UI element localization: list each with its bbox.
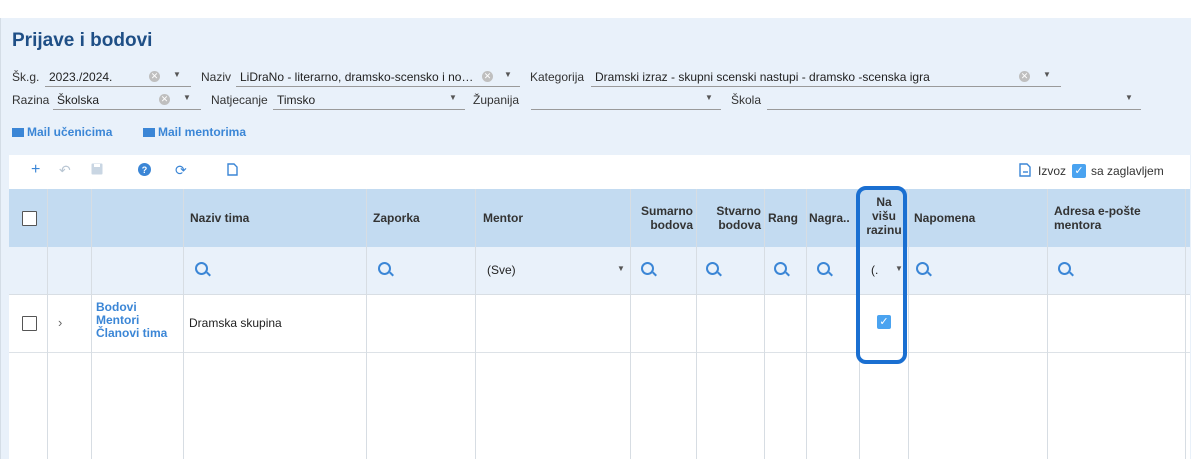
mail-ucenicima-link[interactable]: Mail učenicima: [12, 125, 112, 139]
row-select-checkbox[interactable]: [22, 316, 37, 331]
refresh-icon[interactable]: ⟳: [175, 163, 187, 177]
column-header-stvarno-line2: bodova: [718, 218, 761, 232]
mail-mentorima-link[interactable]: Mail mentorima: [143, 125, 246, 139]
chevron-down-icon[interactable]: ▼: [617, 264, 625, 273]
razina-label: Razina: [12, 93, 50, 107]
column-header-sumarno-line1: Sumarno: [640, 204, 693, 218]
mail-mentorima-label: Mail mentorima: [158, 125, 247, 139]
column-header-stvarno-bodova[interactable]: Stvarno bodova: [697, 204, 761, 232]
column-divider: [1047, 189, 1048, 459]
clear-icon[interactable]: ✕: [482, 71, 493, 82]
zupanija-field[interactable]: ▼: [531, 91, 721, 110]
chevron-down-icon[interactable]: ▼: [183, 93, 191, 102]
naziv-tima-cell: Dramska skupina: [189, 316, 282, 330]
razina-value: Školska: [57, 93, 100, 107]
export-icon[interactable]: [1019, 163, 1032, 179]
naziv-label: Naziv: [201, 70, 232, 84]
natjecanje-label: Natjecanje: [211, 93, 268, 107]
search-icon[interactable]: [378, 262, 391, 275]
search-icon[interactable]: [774, 262, 787, 275]
data-grid: Naziv tima Zaporka Mentor Sumarno bodova…: [9, 189, 1190, 459]
with-header-label: sa zaglavljem: [1091, 164, 1164, 178]
mentor-filter-value[interactable]: (Sve): [487, 263, 516, 277]
column-header-napomena[interactable]: Napomena: [914, 211, 975, 225]
column-header-zaporka[interactable]: Zaporka: [373, 211, 420, 225]
column-divider: [764, 189, 765, 459]
column-header-rang[interactable]: Rang: [768, 211, 798, 225]
search-icon[interactable]: [641, 262, 654, 275]
column-divider: [908, 189, 909, 459]
skg-field[interactable]: 2023./2024. ✕ ▼: [45, 68, 191, 87]
chevron-down-icon[interactable]: ▼: [1043, 70, 1051, 79]
save-icon[interactable]: [91, 163, 103, 177]
column-divider: [806, 189, 807, 459]
column-divider: [475, 189, 476, 459]
natjecanje-value: Timsko: [277, 93, 316, 107]
search-icon[interactable]: [916, 262, 929, 275]
with-header-checkbox[interactable]: ✓: [1072, 164, 1086, 178]
column-header-sumarno-bodova[interactable]: Sumarno bodova: [631, 204, 693, 232]
mail-ucenicima-label: Mail učenicima: [27, 125, 113, 139]
help-icon[interactable]: ?: [138, 163, 151, 178]
clear-icon[interactable]: ✕: [159, 94, 170, 105]
search-icon[interactable]: [706, 262, 719, 275]
column-divider: [183, 189, 184, 459]
column-header-naziv-tima[interactable]: Naziv tima: [190, 211, 249, 225]
select-all-checkbox[interactable]: [22, 211, 37, 226]
zupanija-label: Županija: [473, 93, 520, 107]
search-icon[interactable]: [195, 262, 208, 275]
kategorija-field[interactable]: Dramski izraz - skupni scenski nastupi -…: [591, 68, 1061, 87]
undo-icon[interactable]: ↶: [59, 163, 71, 177]
column-header-stvarno-line1: Stvarno: [716, 204, 761, 218]
page-title: Prijave i bodovi: [12, 30, 153, 51]
search-icon[interactable]: [1058, 262, 1071, 275]
skg-label: Šk.g.: [12, 70, 40, 84]
new-document-icon[interactable]: [227, 163, 238, 178]
column-header-adresa-e-poste-mentora[interactable]: Adresa e-pošte mentora: [1054, 204, 1141, 232]
column-header-mentor[interactable]: Mentor: [483, 211, 523, 225]
skola-label: Škola: [731, 93, 762, 107]
chevron-down-icon[interactable]: ▼: [1125, 93, 1133, 102]
natjecanje-field[interactable]: Timsko ▼: [273, 91, 465, 110]
skola-field[interactable]: ▼: [767, 91, 1141, 110]
grid-toolbar: + ↶ ? ⟳ Izvoz ✓ sa zaglavljem: [9, 155, 1190, 189]
clear-icon[interactable]: ✕: [1019, 71, 1030, 82]
clear-icon[interactable]: ✕: [149, 71, 160, 82]
envelope-icon: [143, 128, 155, 137]
expand-row-icon[interactable]: ›: [58, 315, 62, 330]
naziv-field[interactable]: LiDraNo - literarno, dramsko-scensko i n…: [236, 68, 520, 87]
column-header-nagrada[interactable]: Nagra..: [809, 211, 850, 225]
grid-filter-row: [9, 247, 1190, 295]
column-divider: [47, 189, 48, 459]
column-divider: [91, 189, 92, 459]
column-divider: [366, 189, 367, 459]
column-header-sumarno-line2: bodova: [650, 218, 693, 232]
export-label[interactable]: Izvoz: [1038, 164, 1066, 178]
column-header-adresa-line1: Adresa e-pošte: [1054, 204, 1141, 218]
kategorija-label: Kategorija: [530, 70, 585, 84]
skg-value: 2023./2024.: [49, 70, 113, 84]
chevron-down-icon[interactable]: ▼: [449, 93, 457, 102]
chevron-down-icon[interactable]: ▼: [173, 70, 181, 79]
naziv-value: LiDraNo - literarno, dramsko-scensko i n…: [240, 70, 476, 84]
grid-header: [9, 189, 1190, 247]
column-header-adresa-line2: mentora: [1054, 218, 1102, 232]
kategorija-value: Dramski izraz - skupni scenski nastupi -…: [595, 70, 930, 84]
column-divider: [1185, 189, 1186, 459]
chevron-down-icon[interactable]: ▼: [504, 70, 512, 79]
row-divider: [9, 352, 1190, 353]
svg-text:?: ?: [142, 165, 148, 175]
highlight-annotation: [856, 186, 907, 364]
razina-field[interactable]: Školska ✕ ▼: [53, 91, 201, 110]
search-icon[interactable]: [817, 262, 830, 275]
link-clanovi-tima[interactable]: Članovi tima: [96, 327, 167, 340]
envelope-icon: [12, 128, 24, 137]
add-icon[interactable]: +: [31, 162, 40, 178]
chevron-down-icon[interactable]: ▼: [705, 93, 713, 102]
